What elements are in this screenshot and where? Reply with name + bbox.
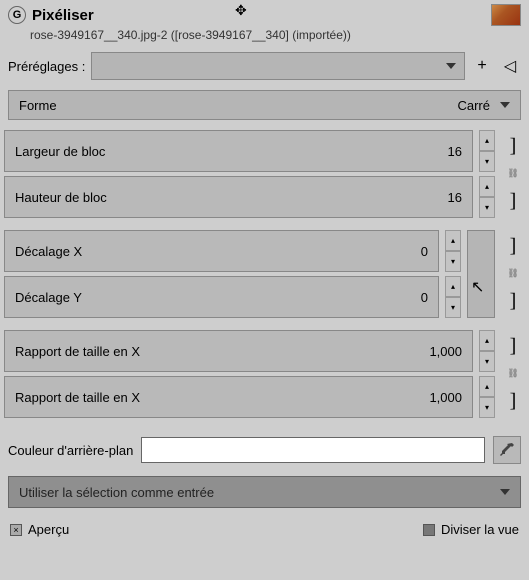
offset-group: Décalage X0 Décalage Y0 ▴▾ ▴▾ ↖ ] ⛓ ] — [4, 230, 525, 318]
image-thumbnail — [491, 4, 521, 26]
preview-checkbox[interactable]: × — [10, 524, 22, 536]
bracket-bottom-icon: ] — [510, 390, 517, 413]
chevron-down-icon — [500, 489, 510, 495]
chevron-down-icon — [500, 102, 510, 108]
chain-link-icon[interactable]: ⛓ — [507, 168, 518, 179]
ratio-link-column: ] ⛓ ] — [501, 330, 525, 418]
dialog-header: G Pixéliser — [0, 0, 529, 28]
dialog-subtitle: rose-3949167__340.jpg-2 ([rose-3949167__… — [0, 28, 529, 48]
shape-value: Carré — [457, 98, 490, 113]
ratio-y-field[interactable]: Rapport de taille en X1,000 — [4, 376, 473, 418]
offset-y-field[interactable]: Décalage Y0 — [4, 276, 439, 318]
chevron-down-icon — [446, 63, 456, 69]
dialog-title: Pixéliser — [32, 7, 94, 24]
bgcolor-label: Couleur d'arrière-plan — [8, 443, 133, 458]
bracket-top-icon: ] — [510, 135, 517, 158]
presets-dropdown[interactable] — [91, 52, 465, 80]
cursor-arrow-icon: ↖ — [471, 277, 484, 297]
offset-x-field[interactable]: Décalage X0 — [4, 230, 439, 272]
chain-link-icon[interactable]: ⛓ — [507, 268, 518, 279]
block-width-field[interactable]: Largeur de bloc16 — [4, 130, 473, 172]
eyedropper-button[interactable] — [493, 436, 521, 464]
shape-label: Forme — [19, 98, 57, 113]
presets-row: Préréglages : + ◁ — [0, 48, 529, 84]
input-source-dropdown[interactable]: Utiliser la sélection comme entrée — [8, 476, 521, 508]
bgcolor-row: Couleur d'arrière-plan — [0, 430, 529, 470]
input-source-label: Utiliser la sélection comme entrée — [19, 485, 214, 500]
ratio-x-field[interactable]: Rapport de taille en X1,000 — [4, 330, 473, 372]
add-preset-button[interactable]: + — [471, 55, 493, 77]
block-height-spinner[interactable]: ▴▾ — [479, 176, 495, 218]
split-view-label: Diviser la vue — [441, 522, 519, 537]
block-size-group: Largeur de bloc16 Hauteur de bloc16 ▴▾ ▴… — [4, 130, 525, 218]
preset-options-button[interactable]: ◁ — [499, 55, 521, 77]
presets-label: Préréglages : — [8, 59, 85, 74]
shape-dropdown[interactable]: Forme Carré — [8, 90, 521, 120]
block-width-spinner[interactable]: ▴▾ — [479, 130, 495, 172]
bracket-top-icon: ] — [510, 235, 517, 258]
footer-row: × Aperçu Diviser la vue — [0, 514, 529, 545]
preview-label: Aperçu — [28, 522, 69, 537]
ratio-x-spinner[interactable]: ▴▾ — [479, 330, 495, 372]
split-view-checkbox[interactable] — [423, 524, 435, 536]
ratio-y-spinner[interactable]: ▴▾ — [479, 376, 495, 418]
offset-y-spinner[interactable]: ▴▾ — [445, 276, 461, 318]
offset-unit-button[interactable]: ↖ — [467, 230, 495, 318]
chain-link-icon[interactable]: ⛓ — [507, 368, 518, 379]
eyedropper-icon — [499, 442, 515, 458]
ratio-group: Rapport de taille en X1,000 Rapport de t… — [4, 330, 525, 418]
bracket-top-icon: ] — [510, 335, 517, 358]
block-height-field[interactable]: Hauteur de bloc16 — [4, 176, 473, 218]
offset-link-column: ] ⛓ ] — [501, 230, 525, 318]
bracket-bottom-icon: ] — [510, 190, 517, 213]
block-link-column: ] ⛓ ] — [501, 130, 525, 218]
app-icon: G — [8, 6, 26, 24]
bracket-bottom-icon: ] — [510, 290, 517, 313]
offset-x-spinner[interactable]: ▴▾ — [445, 230, 461, 272]
bgcolor-well[interactable] — [141, 437, 485, 463]
